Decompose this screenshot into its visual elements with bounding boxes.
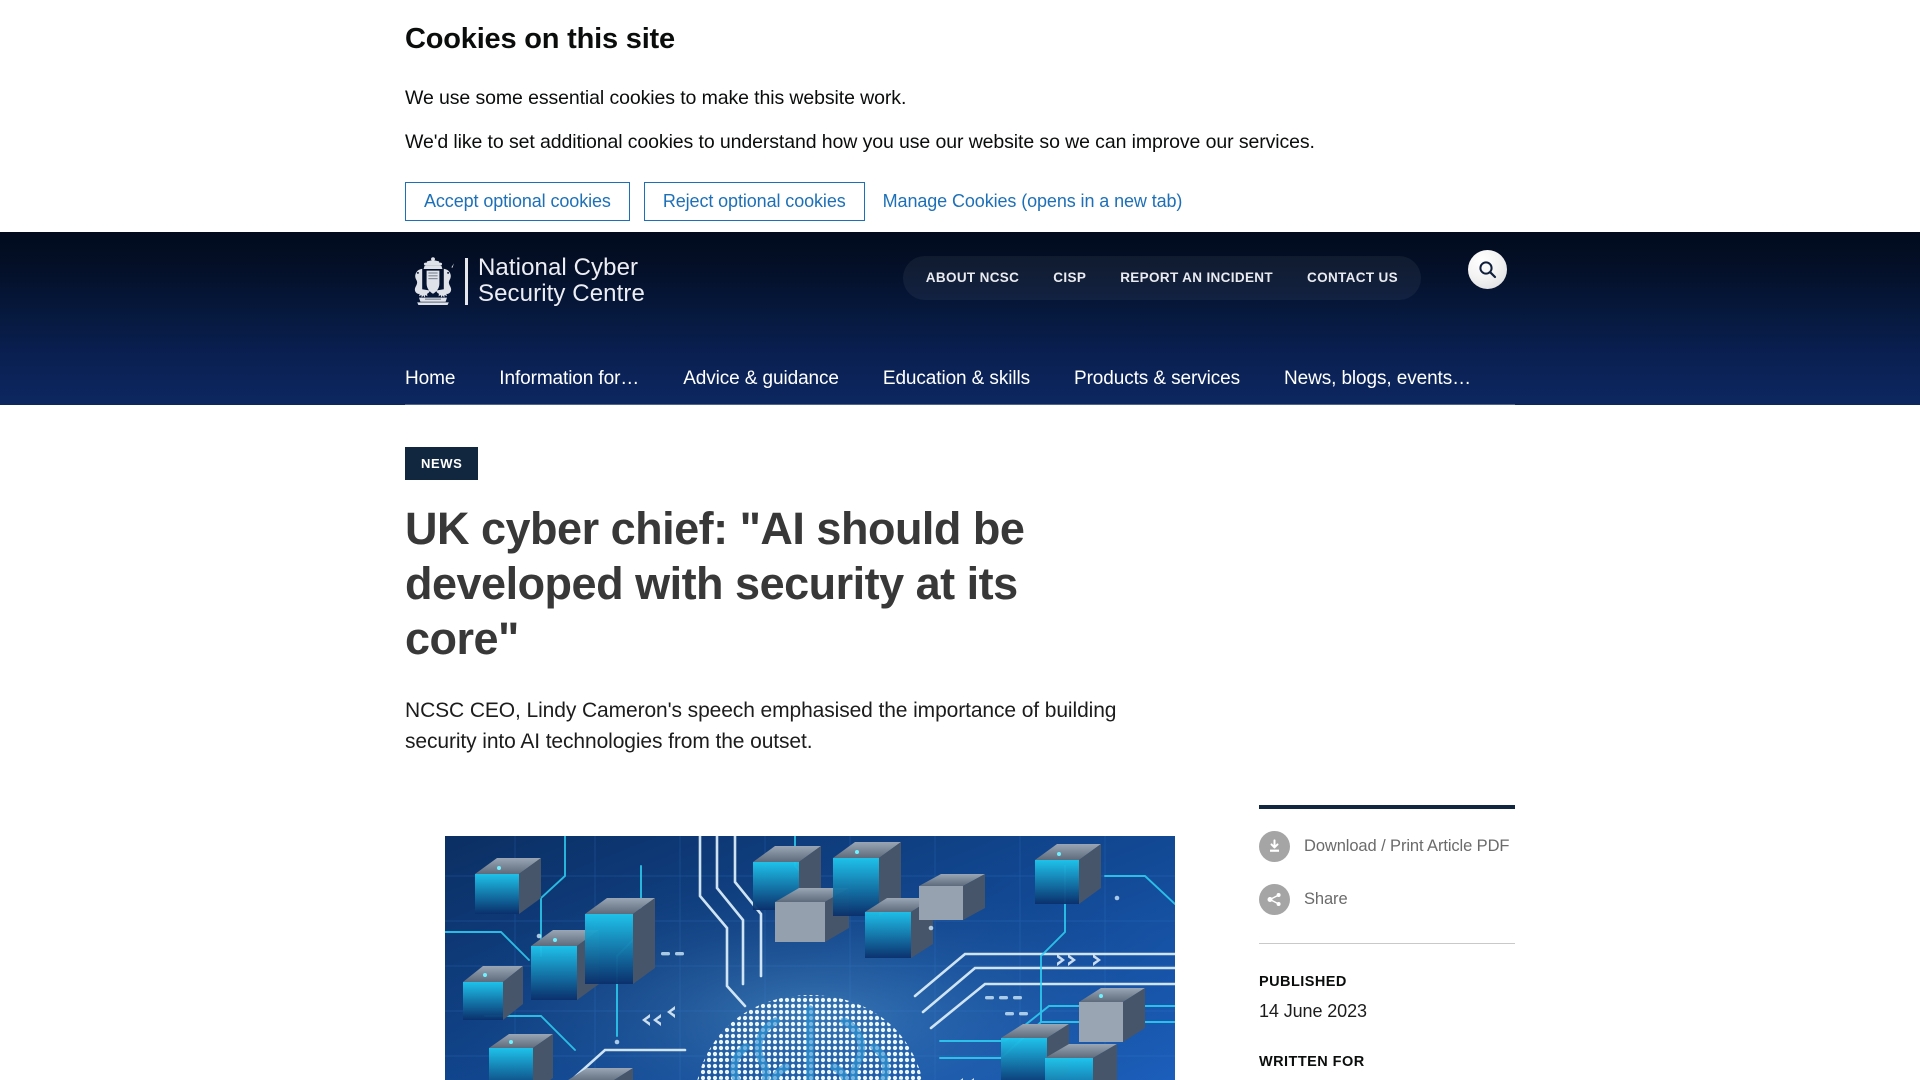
share-icon — [1259, 884, 1290, 915]
site-logo[interactable]: National Cyber Security Centre — [405, 254, 645, 308]
nav-item-advice-and-guidance[interactable]: Advice & guidance — [683, 368, 839, 390]
nav-item-products-and-services[interactable]: Products & services — [1074, 368, 1240, 390]
cookie-banner-content: Cookies on this site We use some essenti… — [405, 0, 1525, 222]
header-content: National Cyber Security Centre ABOUT NCS… — [405, 232, 1515, 405]
download-print-article-pdf-link[interactable]: Download / Print Article PDF — [1259, 831, 1515, 862]
cookie-banner-paragraph-1: We use some essential cookies to make th… — [405, 86, 907, 109]
logo-divider — [465, 257, 468, 305]
search-icon — [1479, 261, 1497, 279]
cookie-banner-actions: Accept optional cookies Reject optional … — [405, 156, 1525, 222]
article-category-badge[interactable]: NEWS — [405, 447, 479, 480]
nav-item-education-and-skills[interactable]: Education & skills — [883, 368, 1030, 390]
utility-nav-about-ncsc[interactable]: ABOUT NCSC — [909, 256, 1037, 300]
logo-line-1: National Cyber — [478, 254, 639, 281]
nav-item-information-for[interactable]: Information for… — [499, 368, 639, 390]
published-label: PUBLISHED — [1259, 974, 1347, 990]
cookie-consent-banner: Cookies on this site We use some essenti… — [0, 0, 1920, 232]
utility-navigation: ABOUT NCSC CISP REPORT AN INCIDENT CONTA… — [902, 256, 1421, 300]
accept-optional-cookies-button[interactable]: Accept optional cookies — [405, 182, 630, 222]
sidebar-divider — [1259, 943, 1515, 944]
royal-crest-icon — [414, 257, 454, 305]
share-link-label: Share — [1304, 890, 1348, 908]
reject-optional-cookies-button[interactable]: Reject optional cookies — [643, 182, 865, 222]
utility-nav-contact-us[interactable]: CONTACT US — [1290, 256, 1415, 300]
sidebar-top-rule — [1259, 805, 1515, 809]
utility-nav-cisp[interactable]: CISP — [1036, 256, 1103, 300]
site-header: National Cyber Security Centre ABOUT NCS… — [0, 232, 1920, 405]
article-standfirst: NCSC CEO, Lindy Cameron's speech emphasi… — [405, 698, 1117, 754]
main-navigation: Home Information for… Advice & guidance … — [405, 368, 1515, 405]
nav-item-home[interactable]: Home — [405, 368, 455, 390]
nav-item-news-blogs-events[interactable]: News, blogs, events… — [1284, 368, 1471, 390]
article-hero-image — [445, 836, 1175, 1080]
search-button[interactable] — [1468, 250, 1507, 289]
main-content: NEWS UK cyber chief: "AI should be devel… — [0, 405, 1920, 1080]
article-sidebar: Download / Print Article PDF Share PUBLI… — [1259, 805, 1515, 1070]
page-root: Cookies on this site We use some essenti… — [0, 0, 1920, 1080]
cookie-banner-paragraph-2: We'd like to set additional cookies to u… — [405, 131, 1315, 154]
manage-cookies-link[interactable]: Manage Cookies (opens in a new tab) — [879, 191, 1183, 212]
cookie-banner-title: Cookies on this site — [405, 23, 675, 55]
download-icon — [1259, 831, 1290, 862]
written-for-label: WRITTEN FOR — [1259, 1054, 1365, 1070]
article-layout: NEWS UK cyber chief: "AI should be devel… — [405, 405, 1515, 1080]
article-title: UK cyber chief: "AI should be developed … — [405, 503, 1025, 664]
published-date: 14 June 2023 — [1259, 1001, 1367, 1021]
logo-wordmark: National Cyber Security Centre — [478, 255, 645, 307]
download-link-label: Download / Print Article PDF — [1304, 837, 1510, 855]
logo-line-2: Security Centre — [478, 280, 645, 307]
share-link[interactable]: Share — [1259, 884, 1515, 915]
utility-nav-report-an-incident[interactable]: REPORT AN INCIDENT — [1103, 256, 1290, 300]
hero-circuit-brain-illustration — [445, 836, 1175, 1080]
